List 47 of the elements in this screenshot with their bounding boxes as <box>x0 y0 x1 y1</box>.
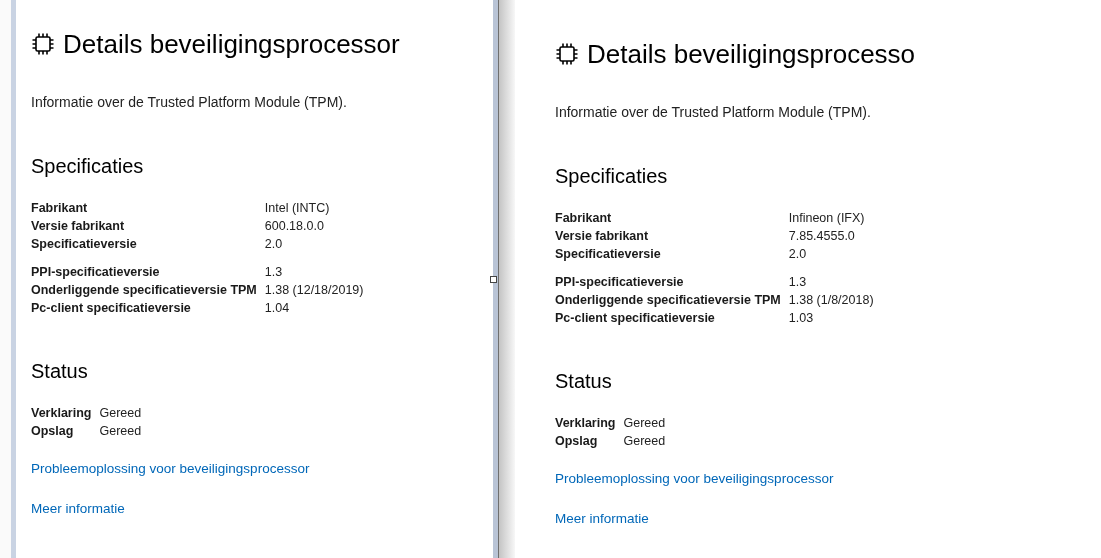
row-label: Verklaring <box>31 405 92 422</box>
row-value: Gereed <box>99 405 142 422</box>
row-value: 1.3 <box>788 274 808 291</box>
link[interactable]: Meer informatie <box>555 509 649 529</box>
row-value: Gereed <box>99 423 142 440</box>
row-label: PPI-specificatieversie <box>555 274 685 291</box>
row-label: Fabrikant <box>31 200 89 217</box>
row-label: Verklaring <box>555 415 616 432</box>
row-label: Fabrikant <box>555 210 613 227</box>
row-label: Specificatieversie <box>555 246 662 263</box>
row-value: 1.3 <box>264 264 284 281</box>
section-heading: Specificaties <box>31 154 145 179</box>
row-label: Opslag <box>31 423 75 440</box>
row-label: PPI-specificatieversie <box>31 264 161 281</box>
page-title: Details beveiligingsprocesso <box>587 38 916 71</box>
row-label: Specificatieversie <box>31 236 138 253</box>
row-value: 1.04 <box>264 300 291 317</box>
row-label: Pc-client specificatieversie <box>31 300 192 317</box>
chip-icon <box>555 42 579 66</box>
row-label: Onderliggende specificatieversie TPM <box>31 282 257 299</box>
row-value: Infineon (IFX) <box>788 210 866 227</box>
row-value: Gereed <box>623 433 666 450</box>
row-label: Onderliggende specificatieversie TPM <box>555 292 781 309</box>
section-heading: Specificaties <box>555 164 669 189</box>
link[interactable]: Probleemoplossing voor beveiligingsprocessor <box>31 459 310 479</box>
row-label: Versie fabrikant <box>31 218 126 235</box>
row-label: Pc-client specificatieversie <box>555 310 716 327</box>
row-value: Intel (INTC) <box>264 200 331 217</box>
row-label: Versie fabrikant <box>555 228 650 245</box>
page-title: Details beveiligingsprocessor <box>63 28 400 61</box>
page-subtitle: Informatie over de Trusted Platform Module (TPM). <box>31 93 348 112</box>
section-heading: Status <box>31 359 89 384</box>
chip-icon <box>31 32 55 56</box>
link[interactable]: Probleemoplossing voor beveiligingsprocessor <box>555 469 834 489</box>
row-value: 7.85.4555.0 <box>788 228 856 245</box>
row-value: 2.0 <box>264 236 284 253</box>
row-value: 600.18.0.0 <box>264 218 325 235</box>
link[interactable]: Meer informatie <box>31 499 125 519</box>
row-value: 1.38 (12/18/2019) <box>264 282 364 299</box>
section-heading: Status <box>555 369 613 394</box>
row-value: 1.38 (1/8/2018) <box>788 292 874 309</box>
resize-handle[interactable] <box>490 276 497 283</box>
row-value: Gereed <box>623 415 666 432</box>
page-subtitle: Informatie over de Trusted Platform Module (TPM). <box>555 103 872 122</box>
row-value: 2.0 <box>788 246 808 263</box>
row-label: Opslag <box>555 433 599 450</box>
row-value: 1.03 <box>788 310 815 327</box>
